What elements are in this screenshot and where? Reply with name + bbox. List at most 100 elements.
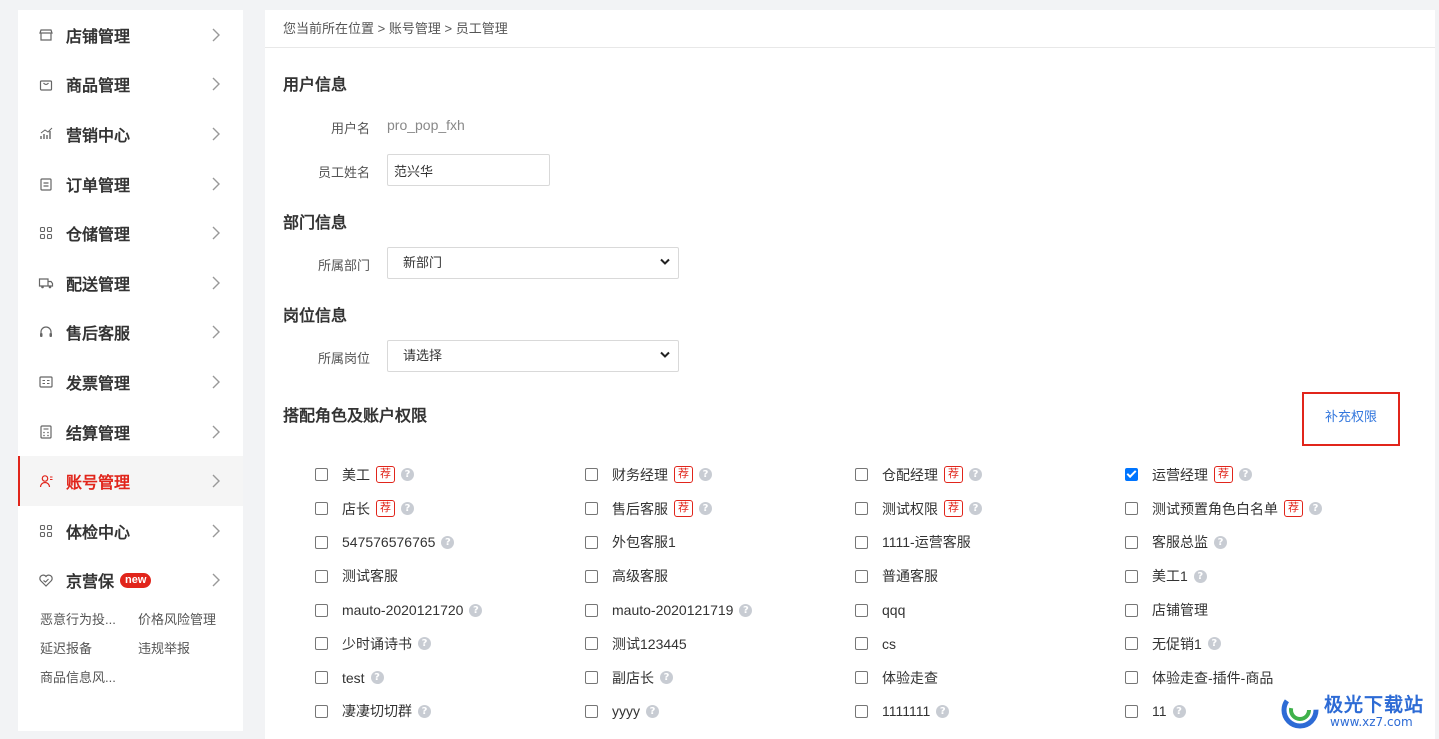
help-icon[interactable]: ?: [1239, 468, 1252, 482]
help-icon[interactable]: ?: [418, 637, 431, 651]
role-checkbox[interactable]: [585, 704, 598, 718]
sidebar-item[interactable]: 订单管理: [18, 159, 243, 209]
role-checkbox[interactable]: [585, 671, 598, 685]
role-checkbox[interactable]: [1125, 569, 1138, 583]
sidebar-item[interactable]: 仓储管理: [18, 208, 243, 258]
supplement-permissions-link[interactable]: 补充权限: [1304, 406, 1398, 425]
sidebar-item[interactable]: 售后客服: [18, 308, 243, 358]
dept-select[interactable]: 新部门: [387, 247, 679, 279]
role-option[interactable]: 店铺管理: [1125, 593, 1395, 627]
role-checkbox[interactable]: [1125, 671, 1138, 685]
help-icon[interactable]: ?: [1309, 502, 1322, 516]
role-checkbox[interactable]: [855, 502, 868, 516]
help-icon[interactable]: ?: [401, 468, 414, 482]
role-option[interactable]: 测试权限荐?: [855, 492, 1125, 526]
role-option[interactable]: 财务经理荐?: [585, 458, 855, 492]
role-checkbox[interactable]: [1125, 468, 1138, 482]
role-checkbox[interactable]: [585, 637, 598, 651]
role-option[interactable]: 测试预置角色白名单荐?: [1125, 492, 1395, 526]
sidebar-item[interactable]: 发票管理: [18, 357, 243, 407]
role-checkbox[interactable]: [1125, 603, 1138, 617]
role-checkbox[interactable]: [315, 535, 328, 549]
role-option[interactable]: 1111-运营客服: [855, 526, 1125, 560]
role-option[interactable]: 无促销1?: [1125, 627, 1395, 661]
role-option[interactable]: 店长荐?: [315, 492, 585, 526]
help-icon[interactable]: ?: [1207, 637, 1221, 651]
role-option[interactable]: 凄凄切切群?: [315, 695, 585, 729]
sidebar-item[interactable]: 商品管理: [18, 60, 243, 110]
sidebar-sub-link[interactable]: 商品信息风...: [40, 667, 138, 686]
employee-name-field[interactable]: [387, 154, 550, 186]
role-option[interactable]: 美工1?: [1125, 559, 1395, 593]
sidebar-sub-link[interactable]: 违规举报: [138, 638, 248, 657]
role-option[interactable]: 外包客服1: [585, 526, 855, 560]
role-checkbox[interactable]: [1125, 637, 1138, 651]
help-icon[interactable]: ?: [646, 704, 659, 718]
sidebar-item[interactable]: 体检中心: [18, 506, 243, 556]
role-option[interactable]: cs: [855, 627, 1125, 661]
sidebar-sub-link[interactable]: 恶意行为投...: [40, 609, 138, 628]
role-option[interactable]: 547576576765?: [315, 526, 585, 560]
role-option[interactable]: 体验走查: [855, 661, 1125, 695]
sidebar-item[interactable]: 京营保 new: [18, 556, 243, 606]
role-checkbox[interactable]: [315, 569, 328, 583]
help-icon[interactable]: ?: [969, 502, 982, 516]
role-checkbox[interactable]: [585, 535, 598, 549]
role-checkbox[interactable]: [315, 468, 328, 482]
sidebar-item[interactable]: 店铺管理: [18, 10, 243, 60]
role-checkbox[interactable]: [1125, 502, 1138, 516]
role-option[interactable]: 测试123445: [585, 627, 855, 661]
help-icon[interactable]: ?: [469, 603, 483, 617]
role-checkbox[interactable]: [315, 637, 328, 651]
help-icon[interactable]: ?: [370, 671, 384, 685]
sidebar-item[interactable]: 配送管理: [18, 258, 243, 308]
role-option[interactable]: 美工荐?: [315, 458, 585, 492]
role-checkbox[interactable]: [855, 535, 868, 549]
role-option[interactable]: mauto-2020121720?: [315, 593, 585, 627]
help-icon[interactable]: ?: [969, 468, 982, 482]
sidebar-sub-link[interactable]: 价格风险管理: [138, 609, 248, 628]
role-option[interactable]: 仓配经理荐?: [855, 458, 1125, 492]
role-option[interactable]: qqq: [855, 593, 1125, 627]
role-checkbox[interactable]: [855, 704, 868, 718]
role-checkbox[interactable]: [855, 671, 868, 685]
help-icon[interactable]: ?: [1214, 535, 1227, 549]
role-option[interactable]: 1111111?: [855, 695, 1125, 729]
role-option[interactable]: 客服总监?: [1125, 526, 1395, 560]
help-icon[interactable]: ?: [699, 468, 712, 482]
role-checkbox[interactable]: [1125, 704, 1138, 718]
role-checkbox[interactable]: [1125, 535, 1138, 549]
role-option[interactable]: test?: [315, 661, 585, 695]
sidebar-item[interactable]: 营销中心: [18, 109, 243, 159]
role-option[interactable]: mauto-2020121719?: [585, 593, 855, 627]
help-icon[interactable]: ?: [660, 671, 673, 685]
role-checkbox[interactable]: [585, 603, 598, 617]
role-checkbox[interactable]: [585, 468, 598, 482]
role-option[interactable]: yyyy?: [585, 695, 855, 729]
help-icon[interactable]: ?: [936, 704, 950, 718]
role-checkbox[interactable]: [855, 569, 868, 583]
help-icon[interactable]: ?: [1193, 569, 1207, 583]
role-checkbox[interactable]: [315, 603, 328, 617]
sidebar-item[interactable]: 账号管理: [18, 456, 243, 506]
sidebar-item[interactable]: 结算管理: [18, 407, 243, 457]
help-icon[interactable]: ?: [441, 535, 455, 549]
role-option[interactable]: 售后客服荐?: [585, 492, 855, 526]
role-checkbox[interactable]: [315, 704, 328, 718]
help-icon[interactable]: ?: [1172, 704, 1186, 718]
role-checkbox[interactable]: [855, 637, 868, 651]
post-select[interactable]: 请选择: [387, 340, 679, 372]
role-checkbox[interactable]: [855, 603, 868, 617]
role-checkbox[interactable]: [585, 502, 598, 516]
sidebar-sub-link[interactable]: 延迟报备: [40, 638, 138, 657]
role-option[interactable]: 测试客服: [315, 559, 585, 593]
role-option[interactable]: 运营经理荐?: [1125, 458, 1395, 492]
role-checkbox[interactable]: [315, 502, 328, 516]
help-icon[interactable]: ?: [739, 603, 753, 617]
help-icon[interactable]: ?: [401, 502, 414, 516]
role-checkbox[interactable]: [585, 569, 598, 583]
role-checkbox[interactable]: [855, 468, 868, 482]
role-option[interactable]: 副店长?: [585, 661, 855, 695]
role-option[interactable]: 普通客服: [855, 559, 1125, 593]
help-icon[interactable]: ?: [699, 502, 712, 516]
